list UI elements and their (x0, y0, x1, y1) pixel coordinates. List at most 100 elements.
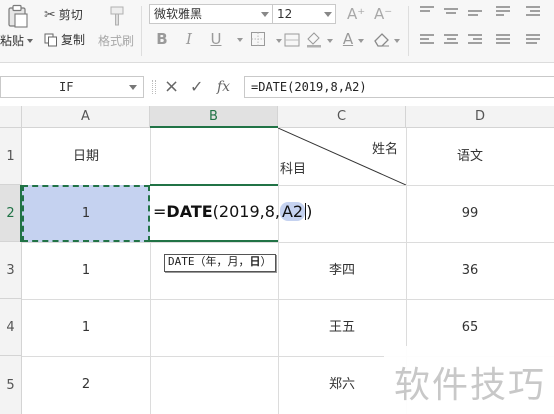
name-box[interactable]: IF (0, 76, 144, 98)
indent-icon[interactable] (526, 6, 540, 16)
tooltip-func: DATE (168, 255, 195, 268)
align-middle-icon[interactable] (444, 6, 458, 16)
ribbon-divider (141, 6, 142, 56)
select-all-corner[interactable] (0, 106, 22, 128)
chevron-down-icon (324, 12, 332, 17)
font-grow-button[interactable]: A⁺ (347, 5, 365, 23)
row-header-2[interactable]: 2 (0, 185, 22, 242)
chevron-down-icon[interactable] (232, 30, 248, 48)
row-header-5[interactable]: 5 (0, 356, 22, 414)
cut-button[interactable]: ✂ 剪切 (44, 6, 83, 23)
formula-close: ) (306, 202, 313, 221)
row-header-4[interactable]: 4 (0, 299, 22, 356)
formula-args: (2019,8, (212, 202, 280, 221)
ribbon-toolbar: 粘贴 ✂ 剪切 复制 格式刷 微软雅黑 12 A⁺ A⁻ B I U A (0, 0, 554, 63)
row-header-3[interactable]: 3 (0, 242, 22, 299)
chevron-down-icon[interactable] (394, 39, 400, 43)
copy-icon (44, 33, 58, 47)
cell-d3[interactable]: 36 (406, 242, 534, 299)
align-center-icon[interactable] (444, 34, 458, 44)
cell-d1[interactable]: 语文 (406, 128, 534, 185)
chevron-down-icon[interactable] (327, 39, 333, 43)
cell-c1[interactable]: 姓名 科目 (278, 128, 406, 185)
cancel-button[interactable]: × (164, 76, 179, 98)
italic-button[interactable]: I (181, 30, 197, 48)
align-bottom-icon[interactable] (468, 6, 482, 16)
paste-button[interactable]: 粘贴 (0, 32, 34, 49)
formula-function: DATE (166, 202, 213, 221)
format-painter-label: 格式刷 (98, 34, 135, 48)
cell-text: 李四 (328, 263, 355, 278)
font-color-label: A (342, 30, 354, 48)
borders-icon[interactable] (250, 31, 266, 47)
cell-a5[interactable]: 2 (22, 356, 150, 414)
gridline (150, 128, 151, 414)
justify-icon[interactable] (496, 34, 510, 44)
font-size-select[interactable]: 12 (272, 4, 336, 24)
wrap-text-icon[interactable] (496, 6, 510, 16)
bold-button[interactable]: B (154, 30, 170, 48)
tooltip-paren: ） (260, 255, 272, 268)
formula-input[interactable]: =DATE(2019,8,A2) (244, 76, 554, 98)
column-header-d[interactable]: D (406, 106, 554, 128)
cell-a4[interactable]: 1 (22, 299, 150, 356)
merge-cells-icon[interactable] (284, 32, 300, 47)
align-top-icon[interactable] (420, 6, 434, 16)
font-name-value: 微软雅黑 (154, 7, 203, 21)
tooltip-sep: ， (216, 255, 228, 268)
cell-a1[interactable]: 日期 (22, 128, 150, 185)
cell-b2-editing-text[interactable]: =DATE(2019,8, A2) (153, 202, 312, 221)
underline-button[interactable]: U (208, 30, 224, 48)
fill-color-icon[interactable] (305, 30, 323, 48)
fx-icon: fx (217, 79, 231, 95)
cell-text: 1 (81, 320, 91, 335)
align-left-icon[interactable] (420, 34, 434, 44)
font-shrink-label: A⁻ (374, 5, 393, 23)
column-label: D (474, 109, 485, 124)
column-header-b[interactable]: B (150, 106, 278, 128)
chevron-down-icon[interactable] (129, 85, 137, 90)
scissors-icon: ✂ (44, 6, 56, 23)
chevron-down-icon[interactable] (276, 39, 282, 43)
column-header-c[interactable]: C (278, 106, 406, 128)
font-size-value: 12 (277, 7, 293, 21)
chevron-down-icon[interactable] (27, 38, 34, 43)
column-label: C (336, 109, 347, 124)
italic-label: I (186, 30, 192, 48)
font-name-select[interactable]: 微软雅黑 (149, 4, 273, 24)
cell-a3[interactable]: 1 (22, 242, 150, 299)
row-label: 1 (6, 148, 15, 164)
column-selection-indicator (150, 126, 278, 128)
format-painter-button[interactable]: 格式刷 (98, 32, 134, 49)
cell-c3[interactable]: 李四 (278, 242, 406, 299)
column-label: B (209, 109, 218, 124)
formula-ref: A2 (281, 202, 304, 221)
chevron-down-icon (261, 12, 269, 17)
watermark: 软件技巧 (384, 346, 554, 414)
formula-bar-grip[interactable] (152, 80, 156, 94)
insert-function-button[interactable]: fx (217, 76, 230, 98)
cell-text: 2 (81, 377, 91, 392)
chevron-down-icon[interactable] (358, 39, 364, 43)
row-header-1[interactable]: 1 (0, 128, 22, 185)
row-label: 5 (6, 377, 15, 393)
font-shrink-button[interactable]: A⁻ (374, 5, 392, 23)
cell-text: 1 (81, 206, 91, 221)
copy-button[interactable]: 复制 (44, 31, 85, 48)
confirm-button[interactable]: ✓ (190, 76, 203, 98)
align-right-icon[interactable] (468, 34, 482, 44)
cell-d2[interactable]: 99 (406, 185, 534, 242)
distributed-align-icon[interactable] (526, 34, 540, 44)
formula-ref-highlight: A2 (279, 202, 306, 221)
close-icon: × (164, 76, 180, 97)
eraser-icon[interactable] (373, 31, 391, 47)
cell-text: 36 (461, 263, 479, 278)
column-header-a[interactable]: A (22, 106, 150, 128)
bold-label: B (156, 30, 168, 48)
function-tooltip: DATE（年，月，日） (164, 254, 276, 272)
format-painter-icon[interactable] (107, 5, 127, 27)
cell-a2[interactable]: 1 (22, 185, 150, 242)
cell-text: 语文 (456, 149, 483, 164)
paste-icon[interactable] (6, 4, 28, 28)
font-color-button[interactable]: A (340, 30, 356, 48)
